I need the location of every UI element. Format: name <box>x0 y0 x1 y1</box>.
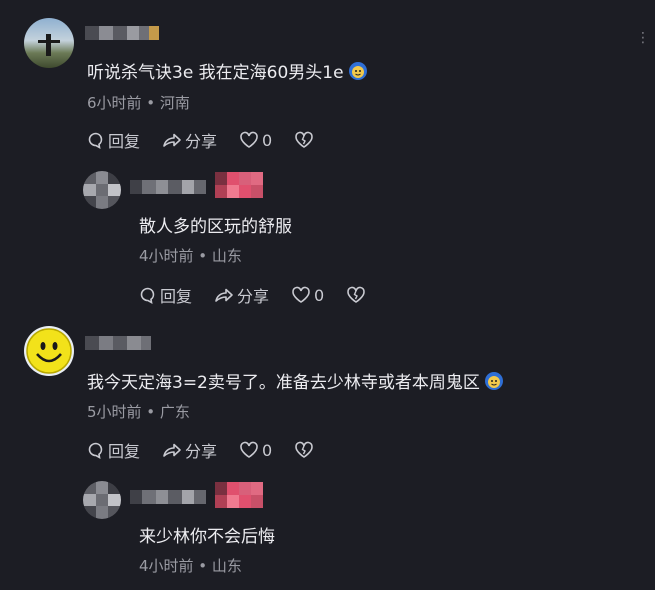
reply-icon <box>140 287 155 304</box>
comment-actions: 回复 分享 0 <box>87 438 336 462</box>
heart-icon <box>240 131 258 148</box>
reply-icon <box>88 132 103 149</box>
like-button[interactable]: 0 <box>291 286 324 305</box>
username-blurred[interactable] <box>85 336 151 350</box>
comment-text: 听说杀气诀3e 我在定海60男头1e <box>87 58 368 83</box>
like-button[interactable]: 0 <box>239 441 272 460</box>
share-button[interactable]: 分享 <box>214 283 269 307</box>
emoji-icon <box>348 61 368 81</box>
username-blurred[interactable] <box>85 26 159 40</box>
dislike-button[interactable] <box>346 286 366 304</box>
avatar[interactable] <box>24 18 74 68</box>
comment-actions: 回复 分享 0 <box>87 128 336 152</box>
share-icon <box>163 443 181 457</box>
reply-icon <box>88 442 103 459</box>
reply-button[interactable]: 回复 <box>87 438 140 462</box>
heart-icon <box>240 441 258 458</box>
reply-text: 来少林你不会后悔 <box>139 527 275 547</box>
reply-meta: 4小时前 • 山东 <box>139 557 242 575</box>
comment-meta: 5小时前 • 广东 <box>87 403 190 421</box>
broken-heart-icon <box>347 286 366 303</box>
share-icon <box>215 288 233 302</box>
comment-text: 我今天定海3=2卖号了。准备去少林寺或者本周鬼区 <box>87 368 504 393</box>
reply-button[interactable]: 回复 <box>139 283 192 307</box>
dislike-button[interactable] <box>294 441 314 459</box>
reply-actions: 回复 分享 0 <box>139 283 388 307</box>
like-button[interactable]: 0 <box>239 131 272 150</box>
smiley-icon <box>26 328 72 374</box>
share-button[interactable]: 分享 <box>162 438 217 462</box>
reply-meta: 4小时前 • 山东 <box>139 247 242 265</box>
avatar[interactable] <box>83 481 121 519</box>
avatar[interactable] <box>83 171 121 209</box>
dislike-button[interactable] <box>294 131 314 149</box>
comment-meta: 6小时前 • 河南 <box>87 94 190 112</box>
share-button[interactable]: 分享 <box>162 128 217 152</box>
reply-text: 散人多的区玩的舒服 <box>139 217 292 237</box>
reply-button[interactable]: 回复 <box>87 128 140 152</box>
emoji-icon <box>484 371 504 391</box>
broken-heart-icon <box>295 131 314 148</box>
heart-icon <box>292 286 310 303</box>
username-blurred[interactable] <box>130 490 206 504</box>
badge-blurred <box>215 482 263 508</box>
username-blurred[interactable] <box>130 180 206 194</box>
avatar[interactable] <box>24 326 74 376</box>
more-options-icon[interactable]: ⋮ <box>636 30 652 46</box>
badge-blurred <box>215 172 263 198</box>
share-icon <box>163 133 181 147</box>
broken-heart-icon <box>295 441 314 458</box>
